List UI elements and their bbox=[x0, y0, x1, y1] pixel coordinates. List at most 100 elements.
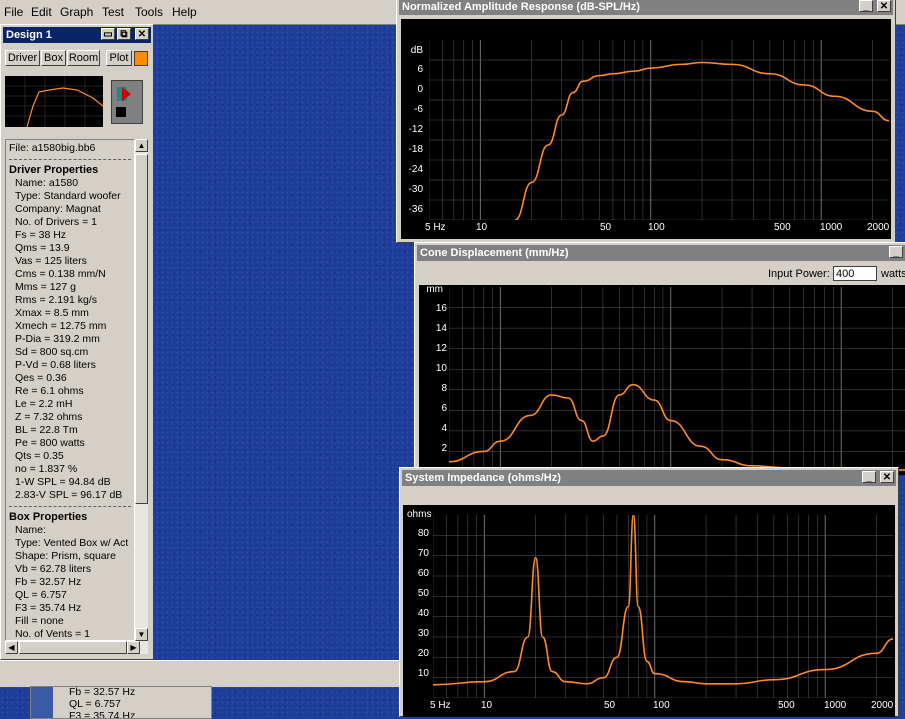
amplitude-chart bbox=[429, 40, 889, 220]
driver-prop-item: Le = 2.2 mH bbox=[15, 398, 73, 410]
tab-room[interactable]: Room bbox=[67, 50, 100, 66]
amp-ytick: -6 bbox=[414, 104, 423, 115]
impedance-chart bbox=[433, 515, 893, 698]
minimize-icon[interactable]: _ bbox=[862, 471, 876, 483]
imp-ytick: 70 bbox=[417, 548, 429, 559]
menu-file[interactable]: File bbox=[4, 5, 23, 19]
close-icon[interactable]: ✕ bbox=[135, 28, 149, 40]
imp-ytick: 10 bbox=[417, 668, 429, 679]
scroll-thumb[interactable] bbox=[135, 154, 148, 504]
amp-ytick: 0 bbox=[417, 84, 423, 95]
driver-prop-item: no = 1.837 % bbox=[15, 463, 78, 475]
close-icon[interactable]: ✕ bbox=[880, 471, 894, 483]
disp-ytick: 8 bbox=[441, 383, 447, 394]
impedance-window: System Impedance (ohms/Hz) _ ✕ ohms 80 7… bbox=[399, 467, 899, 717]
driver-prop-item: Vas = 125 liters bbox=[15, 255, 87, 267]
lower-panel-edge bbox=[31, 687, 53, 718]
menu-tools[interactable]: Tools bbox=[135, 5, 163, 19]
impedance-series-line bbox=[433, 515, 893, 686]
taskbar-strip bbox=[0, 660, 400, 687]
amp-ytick: -36 bbox=[408, 204, 423, 215]
tab-driver[interactable]: Driver bbox=[5, 50, 40, 66]
minimize-icon[interactable]: _ bbox=[889, 246, 903, 258]
box-prop-item: Fill = none bbox=[15, 615, 64, 627]
imp-xtick: 2000 bbox=[871, 700, 894, 711]
speaker-icon[interactable] bbox=[111, 80, 143, 124]
driver-prop-item: Fs = 38 Hz bbox=[15, 229, 67, 241]
disp-ytick: 6 bbox=[441, 403, 447, 414]
driver-prop-item: 2.83-V SPL = 96.17 dB bbox=[15, 489, 123, 501]
impedance-title: System Impedance (ohms/Hz) bbox=[405, 472, 561, 484]
driver-properties-header: Driver Properties bbox=[9, 164, 99, 176]
imp-xtick: 10 bbox=[481, 700, 493, 711]
close-icon[interactable]: ✕ bbox=[877, 0, 891, 12]
menu-test[interactable]: Test bbox=[102, 5, 124, 19]
box-prop-item: No. of Vents = 1 bbox=[15, 628, 91, 640]
amp-xtick: 10 bbox=[476, 222, 488, 233]
box-properties-list: Name: Type: Vented Box w/ Act Shape: Prism… bbox=[6, 524, 134, 640]
imp-ytick: 80 bbox=[417, 528, 429, 539]
scroll-left-icon[interactable]: ◀ bbox=[5, 641, 18, 654]
imp-xtick: 1000 bbox=[824, 700, 847, 711]
lower-prop-ql: QL = 6.757 bbox=[69, 698, 121, 710]
file-name: File: a1580big.bb6 bbox=[9, 142, 96, 154]
driver-prop-item: Qes = 0.36 bbox=[15, 372, 67, 384]
displacement-unit-label: mm bbox=[426, 284, 443, 295]
displacement-chart bbox=[449, 287, 905, 472]
box-properties-header: Box Properties bbox=[9, 511, 88, 523]
driver-prop-item: Cms = 0.138 mm/N bbox=[15, 268, 106, 280]
imp-xtick: 50 bbox=[604, 700, 616, 711]
box-prop-item: Type: Vented Box w/ Act bbox=[15, 537, 129, 549]
driver-prop-item: Xmech = 12.75 mm bbox=[15, 320, 107, 332]
box-prop-item: Fb = 32.57 Hz bbox=[15, 576, 82, 588]
save-icon[interactable]: ▭ bbox=[101, 28, 115, 40]
input-power-field[interactable] bbox=[833, 266, 877, 281]
amp-ytick: 6 bbox=[417, 64, 423, 75]
input-power-unit: watts bbox=[881, 268, 905, 280]
imp-xtick: 500 bbox=[778, 700, 795, 711]
amp-xtick: 1000 bbox=[820, 222, 843, 233]
properties-scrollbar[interactable]: ▲ ▼ bbox=[135, 139, 148, 641]
menu-help[interactable]: Help bbox=[172, 5, 197, 19]
driver-prop-item: Sd = 800 sq.cm bbox=[15, 346, 89, 358]
amp-ytick: -30 bbox=[408, 184, 423, 195]
disp-ytick: 10 bbox=[435, 363, 447, 374]
properties-hscrollbar[interactable]: ◀ ▶ bbox=[5, 641, 148, 654]
driver-prop-item: Rms = 2.191 kg/s bbox=[15, 294, 97, 306]
scroll-up-icon[interactable]: ▲ bbox=[135, 139, 148, 152]
disp-ytick: 14 bbox=[435, 323, 447, 334]
impedance-grid bbox=[433, 515, 893, 698]
plot-color-swatch[interactable] bbox=[134, 51, 148, 66]
driver-prop-item: No. of Drivers = 1 bbox=[15, 216, 97, 228]
design-titlebar: Design 1 ▭ ⧉ ✕ bbox=[3, 27, 151, 43]
driver-prop-item: Re = 6.1 ohms bbox=[15, 385, 84, 397]
response-thumbnail[interactable] bbox=[5, 76, 103, 127]
displacement-series-line bbox=[449, 383, 905, 471]
displacement-window: Cone Displacement (mm/Hz) _ Input Power:… bbox=[414, 242, 905, 475]
box-prop-item: Vb = 62.78 liters bbox=[15, 563, 92, 575]
tab-plot[interactable]: Plot bbox=[106, 50, 132, 66]
disp-ytick: 4 bbox=[441, 423, 447, 434]
input-power-label: Input Power: bbox=[768, 268, 830, 280]
scroll-right-icon[interactable]: ▶ bbox=[127, 641, 140, 654]
amp-xtick: 2000 bbox=[867, 222, 890, 233]
scroll-down-icon[interactable]: ▼ bbox=[135, 628, 148, 641]
amp-xtick: 100 bbox=[648, 222, 665, 233]
hscroll-thumb[interactable] bbox=[19, 641, 127, 654]
menu-edit[interactable]: Edit bbox=[31, 5, 52, 19]
displacement-grid bbox=[449, 287, 905, 472]
driver-prop-item: Type: Standard woofer bbox=[15, 190, 121, 202]
tab-box[interactable]: Box bbox=[41, 50, 66, 66]
driver-prop-item: Z = 7.32 ohms bbox=[15, 411, 83, 423]
disp-ytick: 12 bbox=[435, 343, 447, 354]
amplitude-titlebar: Normalized Amplitude Response (dB-SPL/Hz… bbox=[399, 0, 893, 15]
copy-icon[interactable]: ⧉ bbox=[117, 28, 131, 40]
design-title: Design 1 bbox=[6, 29, 52, 41]
box-prop-item: F3 = 35.74 Hz bbox=[15, 602, 82, 614]
driver-prop-item: Xmax = 8.5 mm bbox=[15, 307, 89, 319]
amplitude-window: Normalized Amplitude Response (dB-SPL/Hz… bbox=[396, 0, 896, 243]
box-prop-item: Name: bbox=[15, 524, 46, 536]
minimize-icon[interactable]: _ bbox=[859, 0, 873, 12]
displacement-titlebar: Cone Displacement (mm/Hz) _ bbox=[417, 245, 905, 261]
menu-graph[interactable]: Graph bbox=[60, 5, 93, 19]
